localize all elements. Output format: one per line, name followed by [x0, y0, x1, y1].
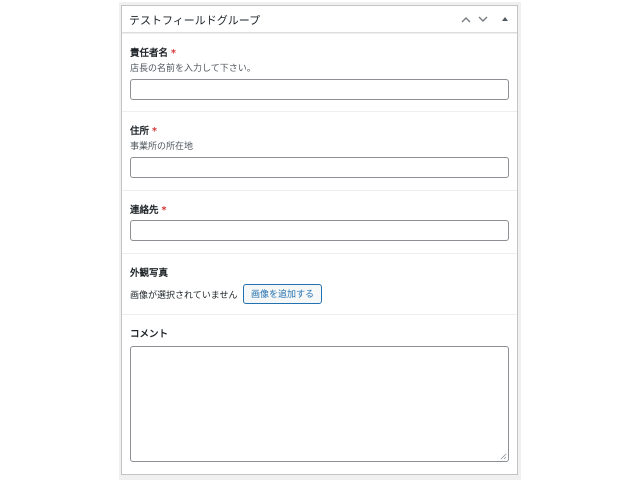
required-marker: *	[152, 126, 157, 137]
no-image-selected-text: 画像が選択されていません	[130, 291, 238, 301]
chevron-up-icon[interactable]	[458, 11, 474, 27]
add-image-button[interactable]: 画像を追加する	[243, 284, 323, 304]
field-manager: 責任者名 * 店長の名前を入力して下さい。	[122, 33, 517, 111]
field-description-address: 事業所の所在地	[130, 142, 194, 152]
contact-input[interactable]	[130, 220, 509, 241]
comment-textarea[interactable]	[130, 346, 509, 462]
manager-name-input[interactable]	[130, 79, 509, 100]
chevron-down-icon[interactable]	[475, 11, 491, 27]
field-contact: 連絡先 *	[122, 190, 517, 253]
required-marker: *	[161, 205, 167, 216]
triangle-up-icon[interactable]	[497, 11, 513, 27]
label-text: 住所	[130, 126, 150, 137]
field-photo: 外観写真 画像が選択されていません 画像を追加する	[122, 253, 517, 314]
field-address: 住所 * 事業所の所在地	[122, 111, 517, 190]
field-description-manager: 店長の名前を入力して下さい。	[130, 64, 256, 74]
required-marker: *	[171, 48, 176, 59]
field-comment: コメント	[122, 314, 517, 472]
field-label-photo: 外観写真	[130, 268, 169, 279]
label-text: 責任者名	[130, 48, 169, 59]
address-input[interactable]	[130, 157, 509, 178]
field-label-manager: 責任者名 *	[130, 45, 176, 59]
label-text: 連絡先	[130, 205, 159, 216]
field-label-contact: 連絡先 *	[130, 202, 166, 216]
field-label-comment: コメント	[130, 329, 169, 340]
field-group-panel: テストフィールドグループ 責任者名 * 店長の名前を入力して下さい。 住所 * 事業…	[121, 5, 518, 475]
panel-title: テストフィールドグループ	[129, 14, 261, 27]
field-label-address: 住所 *	[130, 123, 157, 137]
panel-header: テストフィールドグループ	[122, 6, 517, 33]
resize-handle-icon[interactable]	[500, 453, 507, 460]
